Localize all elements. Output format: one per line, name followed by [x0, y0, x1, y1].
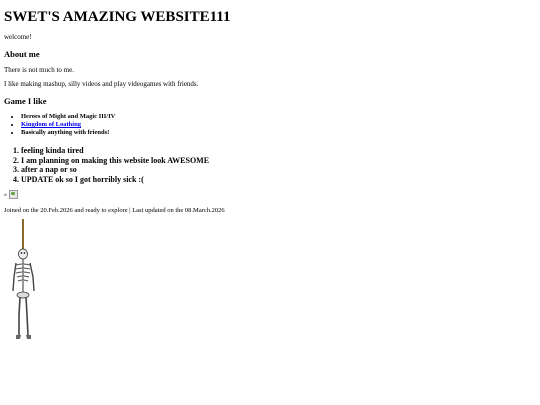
welcome-text: welcome! [4, 33, 32, 41]
joined-updated-text: Joined on the 20.Feb.2026 and ready to e… [4, 207, 225, 214]
about-text-2: I like making mashup, silly videos and p… [4, 80, 199, 88]
skeleton-icon [12, 219, 35, 339]
about-heading: About me [4, 49, 40, 59]
games-list: Heroes of Might and Magic III/IV Kingdom… [4, 113, 115, 137]
game-item-label: Basically anything with friends! [21, 129, 110, 136]
status-list: feeling kinda tired I am planning on mak… [4, 146, 209, 184]
game-item-label: Heroes of Might and Magic III/IV [21, 113, 116, 120]
status-item: UPDATE ok so I got horribly sick :( [21, 175, 209, 185]
status-item: I am planning on making this website loo… [21, 156, 209, 166]
site-title: SWET'S AMAZING WEBSITE111 [4, 9, 231, 25]
badge-prefix: » [4, 191, 7, 198]
hanging-skeleton-image [12, 219, 35, 339]
about-text-1: There is not much to me. [4, 66, 74, 74]
game-item-friends: Basically anything with friends! [21, 129, 115, 137]
status-item: after a nap or so [21, 165, 209, 175]
game-item-homm: Heroes of Might and Magic III/IV [21, 113, 115, 121]
broken-image-icon[interactable] [9, 190, 18, 199]
badge-row: » [4, 190, 18, 199]
games-heading: Game I like [4, 96, 47, 106]
status-item: feeling kinda tired [21, 146, 209, 156]
kingdom-of-loathing-link[interactable]: Kingdom of Loathing [21, 121, 81, 128]
game-item-kol: Kingdom of Loathing [21, 121, 115, 129]
